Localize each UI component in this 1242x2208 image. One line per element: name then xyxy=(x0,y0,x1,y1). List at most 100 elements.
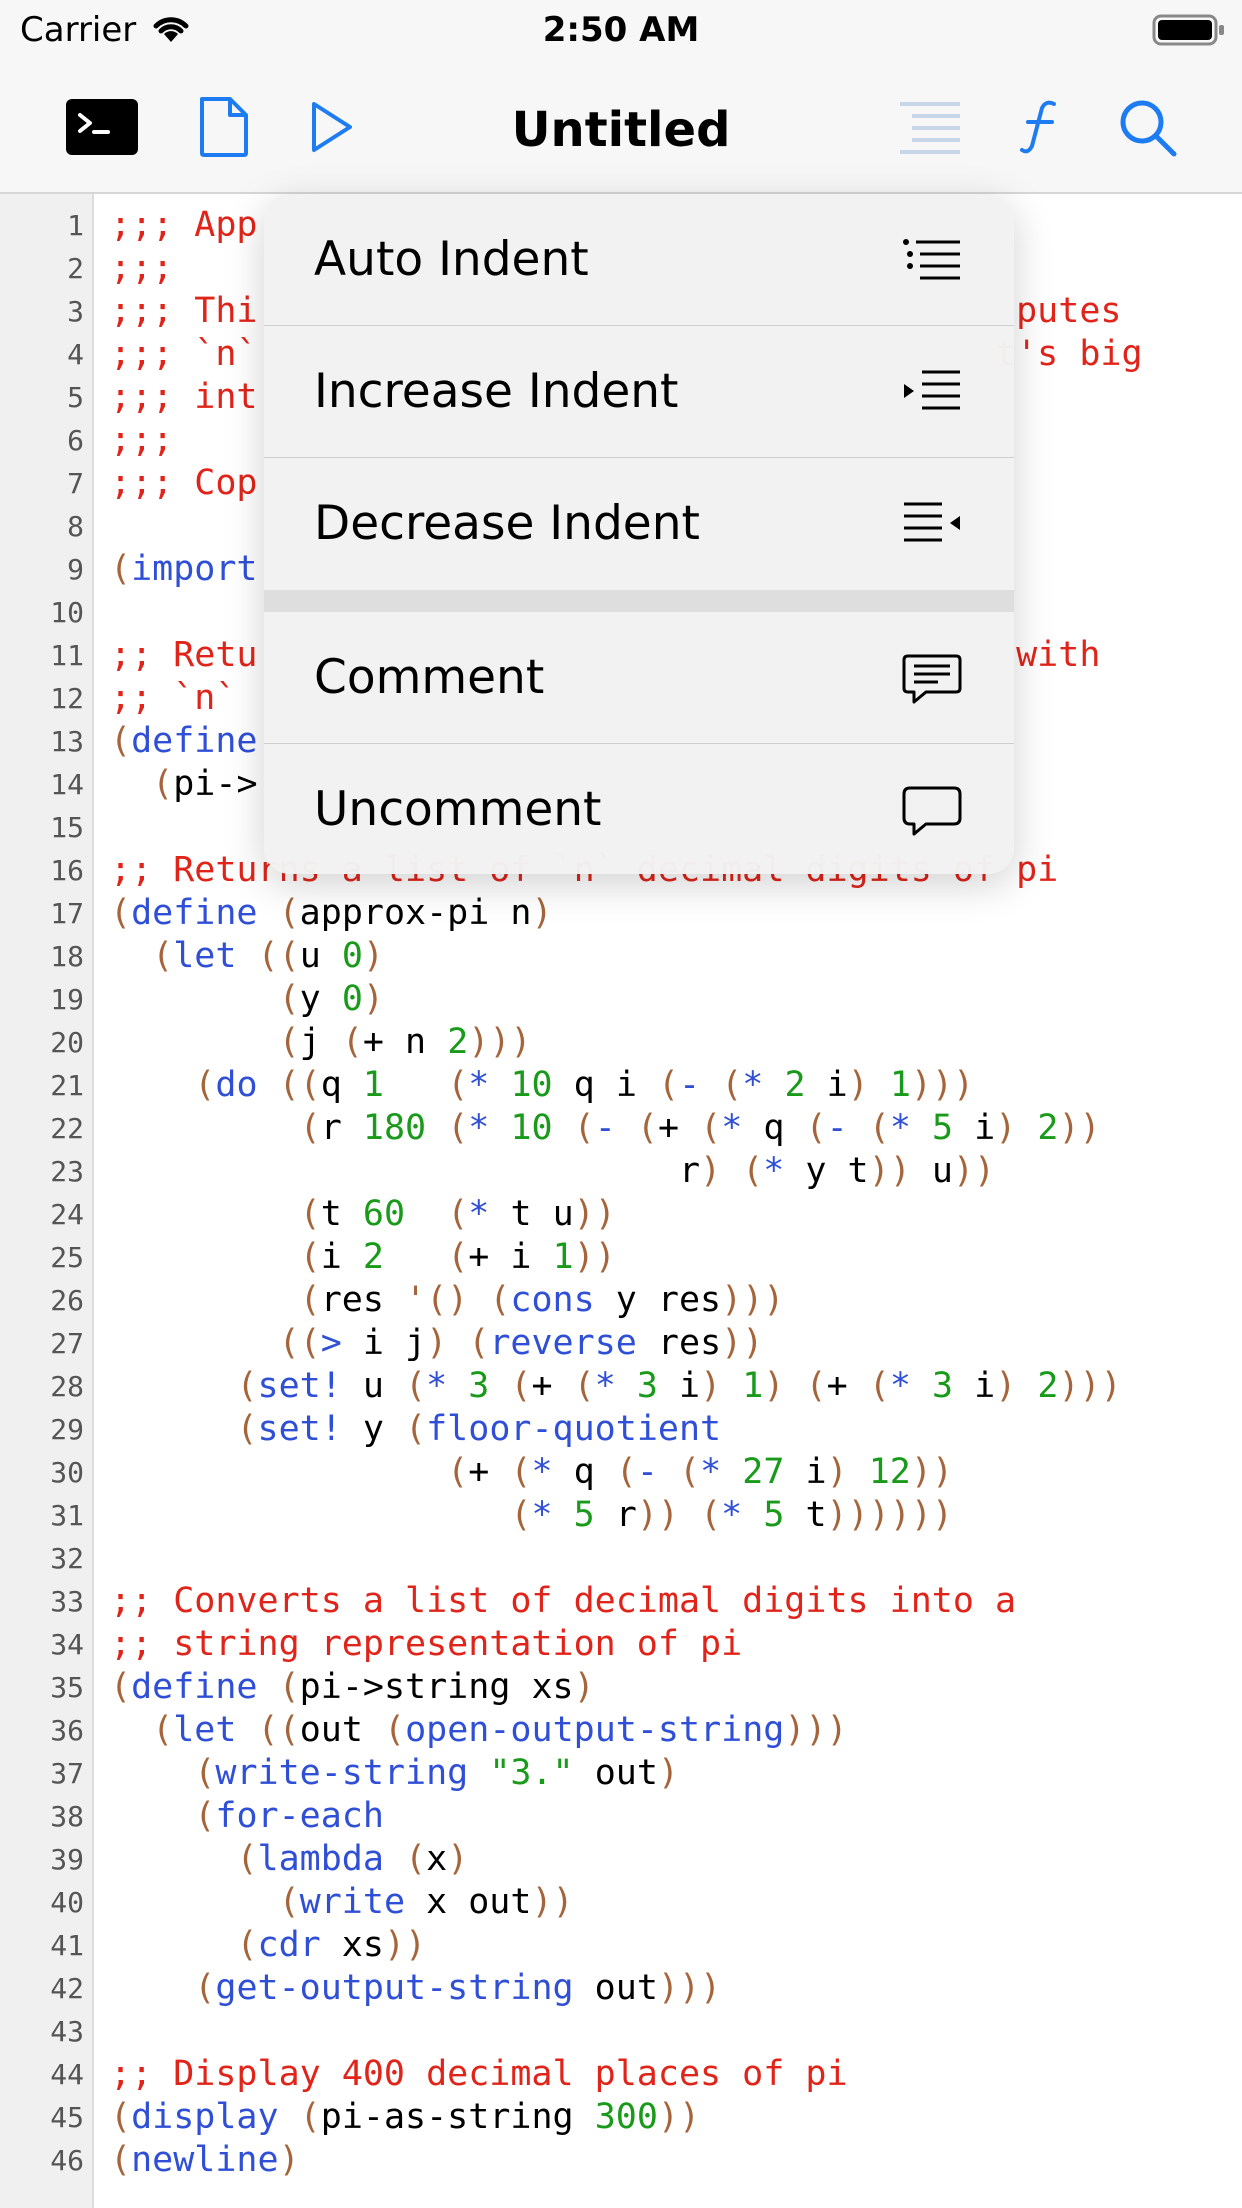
code-line[interactable]: (let ((out (open-output-string))) xyxy=(110,1709,847,1752)
code-token: r xyxy=(110,1151,701,1191)
code-line[interactable]: (t 60 (* t u)) xyxy=(110,1193,616,1236)
code-line[interactable]: ;;; App xyxy=(110,204,258,247)
menu-item-increase-indent[interactable]: Increase Indent xyxy=(264,326,1014,457)
code-line[interactable]: (* 5 r)) (* 5 t)))))) xyxy=(110,1494,953,1537)
code-token: * xyxy=(721,1108,764,1148)
code-line[interactable]: (define (approx-pi n) xyxy=(110,892,553,935)
line-number: 42 xyxy=(50,1972,84,2005)
code-token: * xyxy=(889,1108,932,1148)
code-line[interactable]: ;;; int xyxy=(110,376,258,419)
code-line[interactable]: (set! u (* 3 (+ (* 3 i) 1) (+ (* 3 i) 2)… xyxy=(110,1365,1121,1408)
code-token: ( xyxy=(510,1366,532,1406)
code-line[interactable]: (get-output-string out))) xyxy=(110,1967,721,2010)
code-token: )) xyxy=(868,1151,911,1191)
code-token: ( xyxy=(299,1280,321,1320)
code-token: ( xyxy=(236,1409,258,1449)
code-line[interactable]: ;; Display 400 decimal places of pi xyxy=(110,2053,848,2096)
line-number: 23 xyxy=(50,1155,84,1188)
code-token: - xyxy=(594,1108,637,1148)
code-line[interactable]: (cdr xs)) xyxy=(110,1924,426,1967)
code-token: * xyxy=(468,1108,511,1148)
code-line[interactable]: ;; `n` xyxy=(110,677,258,720)
code-token: (( xyxy=(278,1323,321,1363)
code-line[interactable]: (do ((q 1 (* 10 q i (- (* 2 i) 1))) xyxy=(110,1064,974,1107)
code-token: ;;; Cop xyxy=(110,463,258,503)
code-token: ))) xyxy=(468,1022,532,1062)
code-line[interactable]: (let ((u 0) xyxy=(110,935,384,978)
code-line[interactable]: (r 180 (* 10 (- (+ (* q (- (* 5 i) 2)) xyxy=(110,1107,1101,1150)
code-line[interactable]: (pi-> xyxy=(110,763,257,806)
code-line[interactable]: (display (pi-as-string 300)) xyxy=(110,2096,700,2139)
code-line[interactable]: (res '() (cons y res))) xyxy=(110,1279,785,1322)
menu-item-comment[interactable]: Comment xyxy=(264,612,1014,743)
code-token: cdr xyxy=(257,1925,321,1965)
code-token: ))) xyxy=(721,1280,785,1320)
code-line[interactable]: (newline) xyxy=(110,2139,300,2182)
code-line[interactable]: (y 0) xyxy=(110,978,384,1021)
code-token: ( xyxy=(805,1366,827,1406)
code-token: ( xyxy=(194,1753,216,1793)
code-line[interactable]: (i 2 (+ i 1)) xyxy=(110,1236,616,1279)
code-token: ))) xyxy=(657,1968,722,2008)
line-number: 13 xyxy=(50,725,84,758)
code-token: set! xyxy=(257,1409,342,1449)
code-line[interactable]: (lambda (x) xyxy=(110,1838,468,1881)
code-token: ( xyxy=(383,1710,406,1750)
line-number: 38 xyxy=(50,1800,84,1833)
code-line[interactable]: ;;; xyxy=(110,247,173,290)
menu-item-auto-indent[interactable]: Auto Indent xyxy=(264,194,1014,325)
code-line[interactable]: (j (+ n 2))) xyxy=(110,1021,532,1064)
code-token: u xyxy=(910,1151,953,1191)
code-line[interactable]: ;; string representation of pi xyxy=(110,1623,742,1666)
code-token: ;; Converts a list of decimal digits int… xyxy=(110,1581,1017,1621)
indent-menu-icon[interactable] xyxy=(898,100,962,158)
code-line[interactable]: (+ (* q (- (* 27 i) 12)) xyxy=(110,1451,953,1494)
code-line[interactable]: ;;; Cop xyxy=(110,462,258,505)
code-line[interactable]: (for-each xyxy=(110,1795,384,1838)
code-line[interactable]: (define (pi->string xs) xyxy=(110,1666,595,1709)
code-line[interactable]: (define xyxy=(110,720,258,763)
code-line[interactable]: r) (* y t)) u)) xyxy=(110,1150,995,1193)
code-line[interactable]: ;; Converts a list of decimal digits int… xyxy=(110,1580,1016,1623)
line-number: 17 xyxy=(50,897,84,930)
menu-item-label: Decrease Indent xyxy=(314,496,700,551)
menu-item-decrease-indent[interactable]: Decrease Indent xyxy=(264,458,1014,589)
code-line[interactable]: (write-string "3." out) xyxy=(110,1752,679,1795)
code-line[interactable]: (write x out)) xyxy=(110,1881,574,1924)
line-number: 44 xyxy=(50,2058,84,2091)
code-token: ( xyxy=(110,2140,132,2180)
code-token: * xyxy=(468,1194,511,1234)
code-token: pi-as-string xyxy=(320,2097,595,2137)
code-token: ) xyxy=(700,1151,722,1191)
code-token: ( xyxy=(299,2097,321,2137)
line-number: 33 xyxy=(50,1585,84,1618)
line-number: 26 xyxy=(50,1284,84,1317)
code-token: ))) xyxy=(910,1065,975,1105)
code-token: )))))) xyxy=(826,1495,953,1535)
menu-item-uncomment[interactable]: Uncomment xyxy=(264,744,1014,874)
code-token: ( xyxy=(152,1710,174,1750)
code-token: write-string xyxy=(215,1753,469,1793)
function-icon[interactable] xyxy=(1018,98,1062,160)
code-token: ) xyxy=(362,936,384,976)
code-token: ( xyxy=(278,979,300,1019)
code-token: u xyxy=(341,1366,406,1406)
search-icon[interactable] xyxy=(1118,98,1178,162)
code-token: display xyxy=(131,2097,279,2137)
code-line[interactable]: (import xyxy=(110,548,258,591)
code-line[interactable]: ((> i j) (reverse res)) xyxy=(110,1322,764,1365)
code-token: ;; string representation of pi xyxy=(110,1624,743,1664)
code-line[interactable]: ;;; xyxy=(110,419,173,462)
code-line[interactable]: (set! y (floor-quotient xyxy=(110,1408,721,1451)
code-token: define xyxy=(131,721,258,761)
